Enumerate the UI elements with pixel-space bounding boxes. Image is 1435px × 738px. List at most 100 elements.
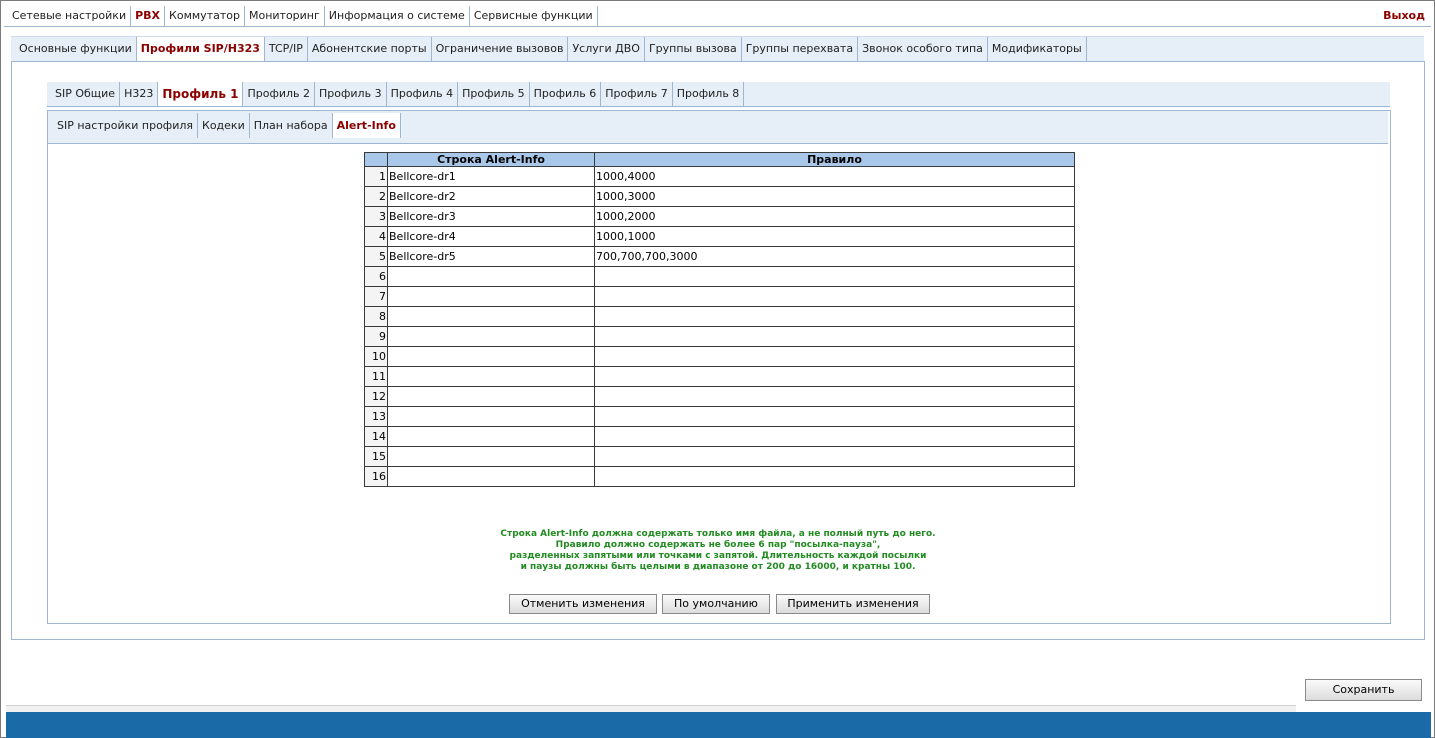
top-menu-item-6[interactable]: Сервисные функции [470, 6, 598, 26]
rule-cell[interactable]: 1000,4000 [594, 166, 1075, 187]
alert-info-cell[interactable] [387, 406, 595, 427]
rule-cell[interactable] [594, 466, 1075, 487]
profile-tab-3[interactable]: Профиль 1 [158, 82, 244, 106]
profile-tab-1[interactable]: SIP Общие [47, 82, 121, 106]
profile-tab-4[interactable]: Профиль 2 [243, 82, 316, 106]
table-row: 9 [364, 326, 1075, 347]
row-number-cell: 6 [364, 266, 388, 287]
table-row: 13 [364, 406, 1075, 427]
top-menu: Сетевые настройки PBX Коммутатор Мониторинг… [4, 6, 1431, 27]
rule-cell[interactable] [594, 346, 1075, 367]
table-header-row: Строка Alert-Info Правило [364, 152, 1075, 167]
rule-cell[interactable]: 1000,3000 [594, 186, 1075, 207]
profile-tab-7[interactable]: Профиль 5 [458, 82, 530, 106]
alert-info-cell[interactable]: Bellcore-dr3 [387, 206, 595, 227]
profile-tab-5[interactable]: Профиль 3 [315, 82, 387, 106]
top-menu-item-4[interactable]: Мониторинг [245, 6, 325, 26]
alert-info-cell[interactable] [387, 286, 595, 307]
hint-note: Строка Alert-Info должна содержать тольк… [364, 529, 1072, 573]
table-row: 10 [364, 346, 1075, 367]
table-row: 14 [364, 426, 1075, 447]
rule-cell[interactable] [594, 306, 1075, 327]
hint-line: Правило должно содержать не более 6 пар … [555, 540, 881, 550]
row-number-cell: 9 [364, 326, 388, 347]
alert-info-cell[interactable] [387, 446, 595, 467]
table-row: 11 [364, 366, 1075, 387]
alert-info-cell[interactable] [387, 306, 595, 327]
profile-tab-8[interactable]: Профиль 6 [530, 82, 602, 106]
alert-info-cell[interactable] [387, 346, 595, 367]
sub-tab-3[interactable]: План набора [250, 113, 333, 138]
rule-cell[interactable] [594, 366, 1075, 387]
alert-info-cell[interactable] [387, 386, 595, 407]
pbx-menu-item-1[interactable]: Основные функции [11, 37, 137, 61]
table-row: 6 [364, 266, 1075, 287]
column-header-rule: Правило [594, 152, 1075, 167]
row-number-cell: 12 [364, 386, 388, 407]
row-number-cell: 15 [364, 446, 388, 467]
row-number-cell: 5 [364, 246, 388, 267]
rule-cell[interactable] [594, 386, 1075, 407]
column-header-alert-info: Строка Alert-Info [387, 152, 595, 167]
row-number-cell: 3 [364, 206, 388, 227]
sub-tab-2[interactable]: Кодеки [198, 113, 250, 138]
logout-link[interactable]: Выход [1383, 6, 1425, 26]
table-row: 7 [364, 286, 1075, 307]
restore-defaults-button[interactable]: По умолчанию [662, 594, 770, 614]
pbx-menu-item-10[interactable]: Модификаторы [988, 37, 1087, 61]
pbx-menu-item-8[interactable]: Группы перехвата [742, 37, 859, 61]
alert-info-cell[interactable]: Bellcore-dr1 [387, 166, 595, 187]
pbx-menu-item-4[interactable]: Абонентские порты [308, 37, 432, 61]
alert-info-cell[interactable] [387, 426, 595, 447]
pbx-menu-item-7[interactable]: Группы вызова [645, 37, 742, 61]
top-menu-item-3[interactable]: Коммутатор [165, 6, 245, 26]
table-row: 3 Bellcore-dr3 1000,2000 [364, 206, 1075, 227]
alert-info-cell[interactable]: Bellcore-dr2 [387, 186, 595, 207]
profile-tab-10[interactable]: Профиль 8 [673, 82, 745, 106]
rule-cell[interactable] [594, 266, 1075, 287]
alert-info-cell[interactable]: Bellcore-dr5 [387, 246, 595, 267]
pbx-menu-item-5[interactable]: Ограничение вызовов [432, 37, 569, 61]
profile-tab-2[interactable]: H323 [120, 82, 159, 106]
alert-info-table: Строка Alert-Info Правило 1 Bellcore-dr1 1… [364, 152, 1075, 487]
cancel-changes-button[interactable]: Отменить изменения [509, 594, 657, 614]
row-number-cell: 16 [364, 466, 388, 487]
pbx-menu-item-6[interactable]: Услуги ДВО [568, 37, 645, 61]
row-number-cell: 4 [364, 226, 388, 247]
sub-tab-1[interactable]: SIP настройки профиля [49, 113, 199, 138]
top-menu-item-1[interactable]: Сетевые настройки [4, 6, 132, 26]
top-menu-item-5[interactable]: Информация о системе [325, 6, 470, 26]
rule-cell[interactable]: 700,700,700,3000 [594, 246, 1075, 267]
alert-info-cell[interactable] [387, 366, 595, 387]
apply-changes-button[interactable]: Применить изменения [776, 594, 930, 614]
alert-info-cell[interactable]: Bellcore-dr4 [387, 226, 595, 247]
rule-cell[interactable] [594, 446, 1075, 467]
table-body: 1 Bellcore-dr1 1000,4000 2 Bellcore-dr2 1000,… [364, 166, 1075, 487]
row-number-cell: 7 [364, 286, 388, 307]
rule-cell[interactable] [594, 326, 1075, 347]
hint-line: и паузы должны быть целыми в диапазоне о… [520, 562, 916, 572]
column-header-num [364, 152, 388, 167]
rule-cell[interactable] [594, 286, 1075, 307]
table-row: 2 Bellcore-dr2 1000,3000 [364, 186, 1075, 207]
table-row: 4 Bellcore-dr4 1000,1000 [364, 226, 1075, 247]
hint-line: разделенных запятыми или точками с запят… [509, 551, 927, 561]
sub-tab-4[interactable]: Alert-Info [332, 113, 401, 138]
row-number-cell: 8 [364, 306, 388, 327]
alert-info-cell[interactable] [387, 266, 595, 287]
top-menu-item-2[interactable]: PBX [131, 6, 166, 26]
rule-cell[interactable] [594, 406, 1075, 427]
pbx-menu-item-9[interactable]: Звонок особого типа [858, 37, 988, 61]
rule-cell[interactable]: 1000,2000 [594, 206, 1075, 227]
rule-cell[interactable] [594, 426, 1075, 447]
save-button[interactable]: Сохранить [1305, 679, 1422, 701]
rule-cell[interactable]: 1000,1000 [594, 226, 1075, 247]
hint-line: Строка Alert-Info должна содержать тольк… [500, 529, 936, 539]
pbx-menu-item-2[interactable]: Профили SIP/H323 [136, 37, 265, 61]
profile-tab-6[interactable]: Профиль 4 [387, 82, 459, 106]
pbx-menu-item-3[interactable]: TCP/IP [265, 37, 308, 61]
table-row: 5 Bellcore-dr5 700,700,700,3000 [364, 246, 1075, 267]
alert-info-cell[interactable] [387, 466, 595, 487]
alert-info-cell[interactable] [387, 326, 595, 347]
profile-tab-9[interactable]: Профиль 7 [601, 82, 673, 106]
